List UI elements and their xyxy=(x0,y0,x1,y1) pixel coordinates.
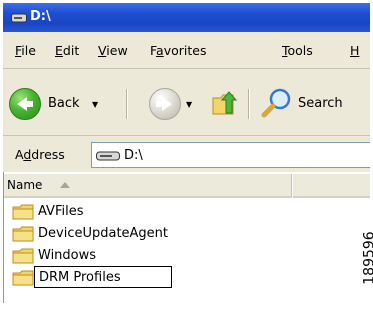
sort-ascending-icon xyxy=(60,182,70,188)
drive-icon xyxy=(96,150,120,164)
menu-help[interactable]: H xyxy=(350,43,359,58)
menu-view-label: iew xyxy=(106,43,128,58)
address-value: D:\ xyxy=(124,148,143,163)
forward-dropdown-icon[interactable]: ▼ xyxy=(186,100,192,109)
menu-help-accel: H xyxy=(350,43,360,58)
toolbar: Back ▼ ▼ Search xyxy=(3,69,370,136)
menu-file[interactable]: File xyxy=(15,43,36,58)
toolbar-separator-2 xyxy=(248,89,250,119)
menu-tools[interactable]: Tools xyxy=(282,43,313,58)
menu-favorites[interactable]: Favorites xyxy=(150,43,206,58)
folder-up-icon[interactable] xyxy=(211,89,241,117)
figure-number: 189596 xyxy=(361,231,373,285)
address-label: Address xyxy=(15,147,65,162)
menu-edit-accel: E xyxy=(55,43,63,58)
explorer-window: D:\ File Edit View Favorites Tools H Bac… xyxy=(3,3,370,303)
menu-favorites-accel: a xyxy=(156,43,164,58)
address-label-rest: dress xyxy=(31,147,65,162)
rename-input[interactable]: DRM Profiles xyxy=(34,266,172,288)
drive-icon xyxy=(11,12,27,27)
menu-favorites-label: vorites xyxy=(163,43,207,58)
menu-edit[interactable]: Edit xyxy=(55,43,79,58)
back-dropdown-icon[interactable]: ▼ xyxy=(92,100,98,109)
folder-icon xyxy=(12,204,34,220)
column-header-name[interactable]: Name xyxy=(4,174,292,198)
title-bar[interactable]: D:\ xyxy=(3,3,370,32)
back-arrow-icon[interactable] xyxy=(9,88,41,120)
window-title: D:\ xyxy=(30,9,51,24)
menu-file-label: ile xyxy=(21,43,36,58)
list-item-label: Windows xyxy=(38,248,97,263)
folder-icon xyxy=(12,248,34,264)
menu-tools-label: ools xyxy=(287,43,313,58)
search-button-label[interactable]: Search xyxy=(298,96,343,111)
forward-arrow-icon[interactable] xyxy=(149,88,181,120)
address-bar: Address D:\ xyxy=(3,136,370,173)
toolbar-separator xyxy=(126,89,128,119)
list-item-label: DeviceUpdateAgent xyxy=(38,226,169,241)
search-icon[interactable] xyxy=(261,87,293,119)
menu-bar: File Edit View Favorites Tools H xyxy=(3,32,370,69)
back-button-label[interactable]: Back xyxy=(48,96,80,111)
rename-input-value: DRM Profiles xyxy=(39,270,121,285)
file-list[interactable]: Name AVFiles DeviceUpdateAgent Windows D… xyxy=(3,172,370,303)
menu-view[interactable]: View xyxy=(98,43,128,58)
folder-icon xyxy=(12,270,34,286)
column-header-name-label: Name xyxy=(7,178,43,192)
folder-icon xyxy=(12,226,34,242)
column-header-next[interactable] xyxy=(293,174,370,198)
list-item-label: AVFiles xyxy=(38,204,84,219)
menu-edit-label: dit xyxy=(62,43,80,58)
address-input[interactable]: D:\ xyxy=(91,142,370,168)
page-margin xyxy=(0,303,373,323)
